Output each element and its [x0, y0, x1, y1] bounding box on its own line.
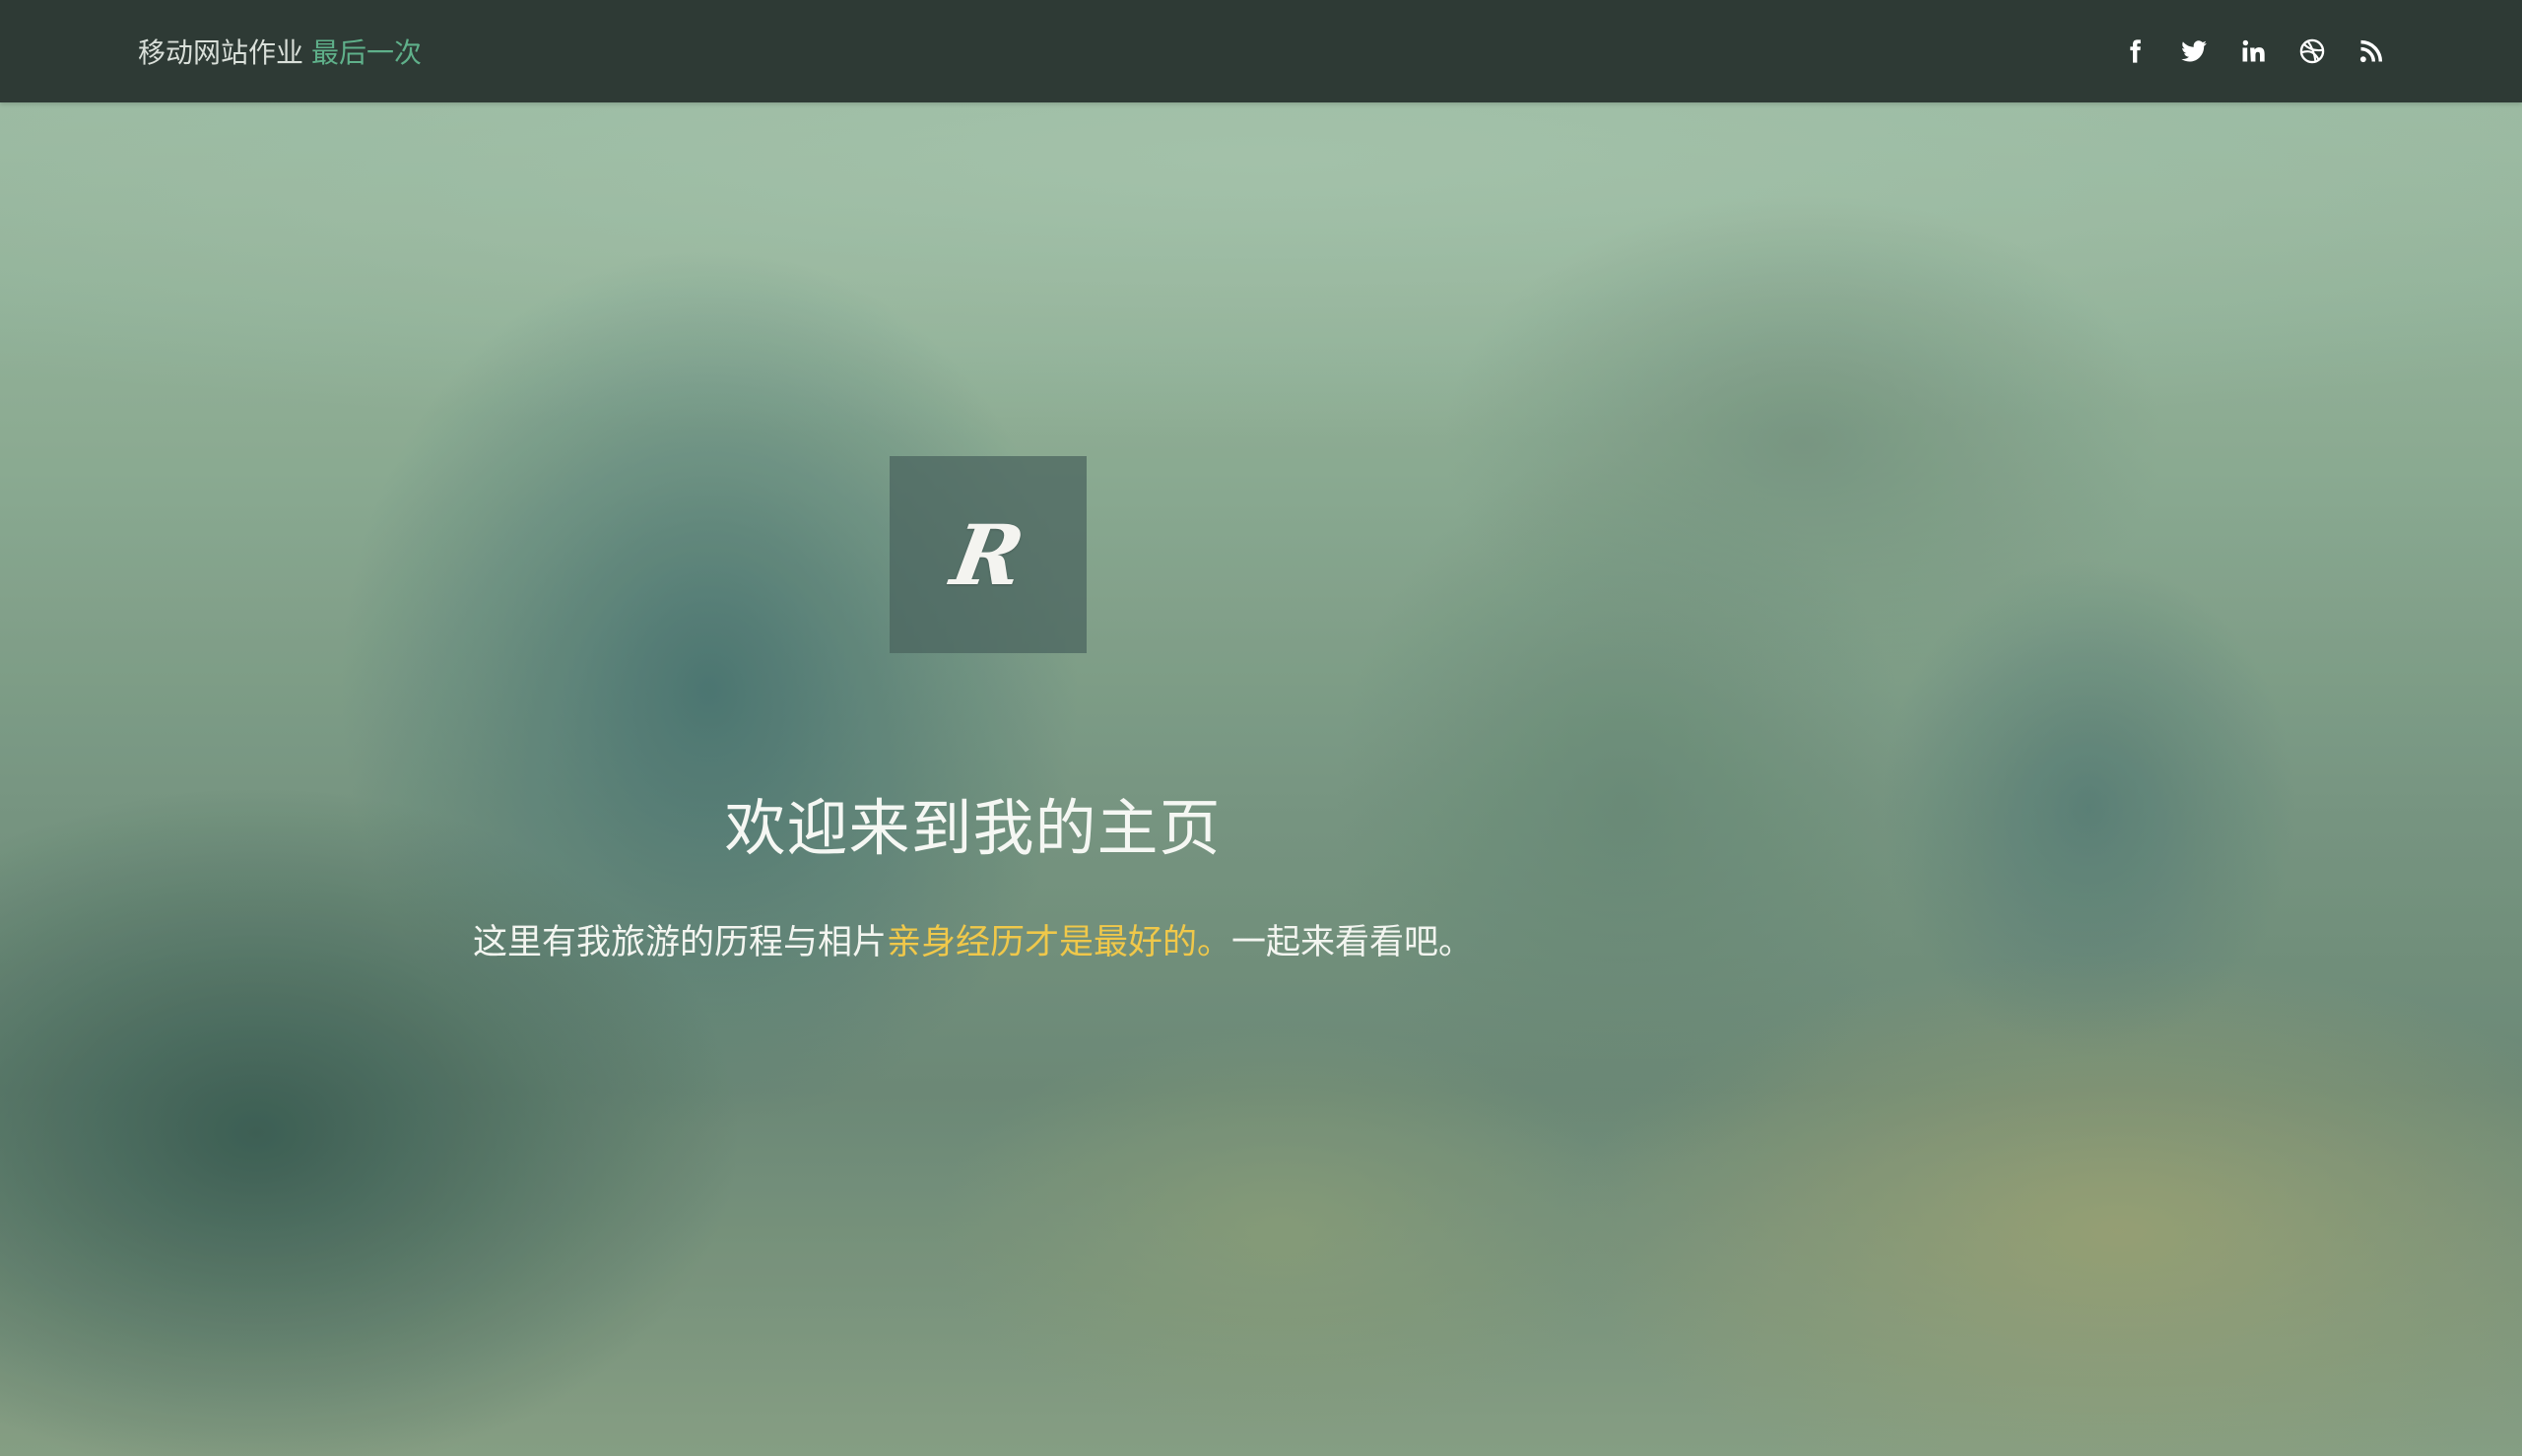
top-navbar: 移动网站作业 最后一次 [0, 0, 2522, 102]
subtitle-text-1: 这里有我旅游的历程与相片 [472, 923, 887, 962]
brand-subtitle: 最后一次 [311, 36, 423, 69]
subtitle-text-2: 一起来看看吧。 [1231, 923, 1474, 962]
brand-link[interactable]: 移动网站作业 最后一次 [138, 0, 422, 102]
hero-title: 欢迎来到我的主页 [724, 792, 1222, 864]
brand-title: 移动网站作业 [138, 36, 304, 69]
dribbble-icon[interactable] [2297, 36, 2327, 66]
subtitle-highlight: 亲身经历才是最好的。 [886, 923, 1231, 962]
logo-letter: R [945, 505, 1031, 604]
facebook-icon[interactable] [2120, 36, 2150, 66]
social-links [2120, 0, 2386, 102]
twitter-icon[interactable] [2179, 36, 2209, 66]
rss-icon[interactable] [2356, 36, 2386, 66]
profile-logo: R [890, 456, 1087, 653]
page: 移动网站作业 最后一次 R 欢迎来到我的主页 这里有我旅游的历程与相片亲身经历才… [0, 0, 2522, 1456]
background-overlay [0, 0, 2522, 1456]
linkedin-icon[interactable] [2238, 36, 2268, 66]
hero-subtitle: 这里有我旅游的历程与相片亲身经历才是最好的。一起来看看吧。 [0, 914, 1946, 964]
